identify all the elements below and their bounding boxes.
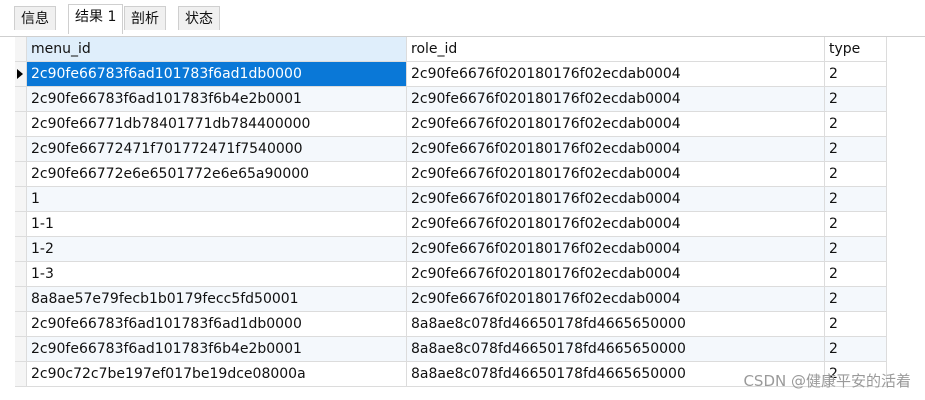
cell-role-id[interactable]: 2c90fe6676f020180176f02ecdab0004: [407, 62, 825, 87]
cell-type[interactable]: 2: [825, 312, 887, 337]
table-row[interactable]: 2c90fe66783f6ad101783f6b4e2b0001 8a8ae8c0…: [15, 337, 887, 362]
cell-type[interactable]: 2: [825, 212, 887, 237]
cell-role-id[interactable]: 8a8ae8c078fd46650178fd4665650000: [407, 337, 825, 362]
table-row[interactable]: 1-1 2c90fe6676f020180176f02ecdab0004 2: [15, 212, 887, 237]
table-row[interactable]: 2c90fe66772471f701772471f7540000 2c90fe66…: [15, 137, 887, 162]
result-grid: menu_id role_id type 2c90fe66783f6ad1017…: [15, 37, 887, 387]
grid-body: 2c90fe66783f6ad101783f6ad1db0000 2c90fe66…: [15, 62, 887, 387]
table-row[interactable]: 2c90fe66783f6ad101783f6ad1db0000 8a8ae8c0…: [15, 312, 887, 337]
row-selector[interactable]: [15, 187, 27, 212]
column-header-menu-id[interactable]: menu_id: [27, 37, 407, 62]
cell-role-id[interactable]: 2c90fe6676f020180176f02ecdab0004: [407, 287, 825, 312]
cell-type[interactable]: 2: [825, 62, 887, 87]
cell-role-id[interactable]: 2c90fe6676f020180176f02ecdab0004: [407, 87, 825, 112]
cell-role-id[interactable]: 2c90fe6676f020180176f02ecdab0004: [407, 212, 825, 237]
cell-menu-id[interactable]: 2c90fe66783f6ad101783f6ad1db0000: [27, 62, 407, 87]
row-selector[interactable]: [15, 312, 27, 337]
cell-menu-id[interactable]: 2c90fe66772e6e6501772e6e65a90000: [27, 162, 407, 187]
cell-type[interactable]: 2: [825, 187, 887, 212]
cell-role-id[interactable]: 2c90fe6676f020180176f02ecdab0004: [407, 137, 825, 162]
cell-menu-id[interactable]: 1-2: [27, 237, 407, 262]
table-row[interactable]: 1-2 2c90fe6676f020180176f02ecdab0004 2: [15, 237, 887, 262]
cell-menu-id[interactable]: 2c90fe66772471f701772471f7540000: [27, 137, 407, 162]
cell-role-id[interactable]: 8a8ae8c078fd46650178fd4665650000: [407, 312, 825, 337]
row-selector[interactable]: [15, 237, 27, 262]
table-row[interactable]: 2c90fe66783f6ad101783f6b4e2b0001 2c90fe66…: [15, 87, 887, 112]
row-selector[interactable]: [15, 212, 27, 237]
row-selector[interactable]: [15, 262, 27, 287]
result-tabbar: 信息 结果 1 剖析 状态: [0, 0, 925, 37]
cell-role-id[interactable]: 2c90fe6676f020180176f02ecdab0004: [407, 237, 825, 262]
cell-type[interactable]: 2: [825, 262, 887, 287]
grid-header-row: menu_id role_id type: [15, 37, 887, 62]
row-selector[interactable]: [15, 362, 27, 387]
table-row[interactable]: 2c90fe66771db78401771db784400000 2c90fe66…: [15, 112, 887, 137]
cell-type[interactable]: 2: [825, 112, 887, 137]
watermark: CSDN @健康平安的活着: [743, 372, 911, 390]
table-row[interactable]: 2c90fe66783f6ad101783f6ad1db0000 2c90fe66…: [15, 62, 887, 87]
table-row[interactable]: 8a8ae57e79fecb1b0179fecc5fd50001 2c90fe66…: [15, 287, 887, 312]
tab-profile[interactable]: 剖析: [124, 6, 166, 30]
cell-menu-id[interactable]: 2c90fe66783f6ad101783f6b4e2b0001: [27, 337, 407, 362]
tab-info[interactable]: 信息: [14, 6, 56, 30]
cell-type[interactable]: 2: [825, 87, 887, 112]
row-selector[interactable]: [15, 112, 27, 137]
cell-type[interactable]: 2: [825, 237, 887, 262]
cell-type[interactable]: 2: [825, 287, 887, 312]
cell-type[interactable]: 2: [825, 137, 887, 162]
tab-status[interactable]: 状态: [178, 6, 220, 30]
cell-menu-id[interactable]: 1: [27, 187, 407, 212]
row-selector[interactable]: [15, 137, 27, 162]
row-selector[interactable]: [15, 87, 27, 112]
current-row-arrow-icon: [17, 69, 23, 79]
table-row[interactable]: 1-3 2c90fe6676f020180176f02ecdab0004 2: [15, 262, 887, 287]
cell-menu-id[interactable]: 2c90fe66783f6ad101783f6b4e2b0001: [27, 87, 407, 112]
row-selector[interactable]: [15, 287, 27, 312]
cell-menu-id[interactable]: 1-3: [27, 262, 407, 287]
row-header-corner: [15, 37, 27, 62]
table-row[interactable]: 1 2c90fe6676f020180176f02ecdab0004 2: [15, 187, 887, 212]
cell-role-id[interactable]: 2c90fe6676f020180176f02ecdab0004: [407, 262, 825, 287]
cell-menu-id[interactable]: 2c90fe66771db78401771db784400000: [27, 112, 407, 137]
row-selector[interactable]: [15, 162, 27, 187]
row-selector[interactable]: [15, 62, 27, 87]
cell-menu-id[interactable]: 1-1: [27, 212, 407, 237]
cell-type[interactable]: 2: [825, 337, 887, 362]
tab-result-1[interactable]: 结果 1: [68, 4, 124, 34]
cell-role-id[interactable]: 2c90fe6676f020180176f02ecdab0004: [407, 187, 825, 212]
cell-type[interactable]: 2: [825, 162, 887, 187]
column-header-type[interactable]: type: [825, 37, 887, 62]
cell-role-id[interactable]: 2c90fe6676f020180176f02ecdab0004: [407, 162, 825, 187]
column-header-role-id[interactable]: role_id: [407, 37, 825, 62]
cell-role-id[interactable]: 2c90fe6676f020180176f02ecdab0004: [407, 112, 825, 137]
cell-menu-id[interactable]: 2c90fe66783f6ad101783f6ad1db0000: [27, 312, 407, 337]
cell-menu-id[interactable]: 2c90c72c7be197ef017be19dce08000a: [27, 362, 407, 387]
table-row[interactable]: 2c90fe66772e6e6501772e6e65a90000 2c90fe66…: [15, 162, 887, 187]
row-selector[interactable]: [15, 337, 27, 362]
cell-menu-id[interactable]: 8a8ae57e79fecb1b0179fecc5fd50001: [27, 287, 407, 312]
